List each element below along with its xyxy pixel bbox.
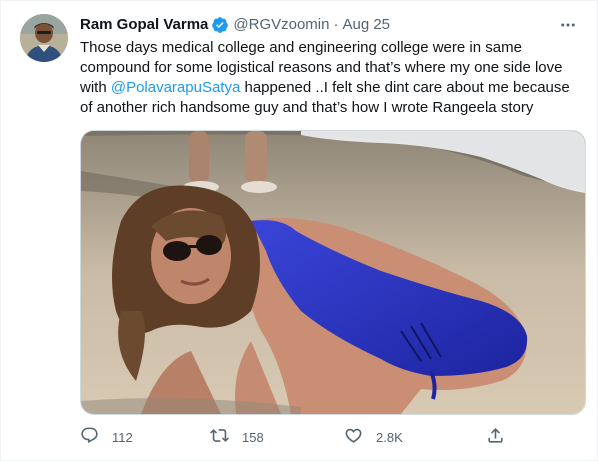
share-icon: [486, 426, 505, 448]
tweet-text: Those days medical college and engineeri…: [80, 38, 585, 118]
header-separator: ·: [333, 16, 339, 33]
retweet-icon: [210, 426, 229, 448]
mention-link[interactable]: @PolavarapuSatya: [111, 79, 240, 96]
author-name[interactable]: Ram Gopal Varma: [80, 15, 208, 35]
tweet-header: Ram Gopal Varma @RGVzoomin · Aug 25: [80, 15, 390, 35]
reply-button[interactable]: 112: [80, 426, 133, 448]
retweet-button[interactable]: 158: [210, 426, 264, 448]
like-icon: [344, 426, 363, 448]
tweet-photo[interactable]: [80, 130, 586, 415]
beach-photo-image: [81, 131, 585, 414]
retweet-count: 158: [242, 429, 264, 445]
avatar[interactable]: [20, 14, 68, 62]
more-options-icon[interactable]: [557, 15, 579, 35]
tweet-date[interactable]: Aug 25: [342, 15, 390, 35]
reply-icon: [80, 426, 99, 448]
like-count: 2.8K: [376, 429, 403, 445]
like-button[interactable]: 2.8K: [344, 426, 403, 448]
avatar-image: [20, 14, 68, 62]
verified-badge-icon: [211, 16, 229, 34]
author-handle[interactable]: @RGVzoomin: [233, 15, 329, 35]
tweet-card[interactable]: Ram Gopal Varma @RGVzoomin · Aug 25 Thos…: [0, 0, 598, 461]
tweet-actions: 112 158 2.8K: [80, 426, 520, 448]
share-button[interactable]: [486, 426, 505, 448]
reply-count: 112: [112, 429, 133, 445]
